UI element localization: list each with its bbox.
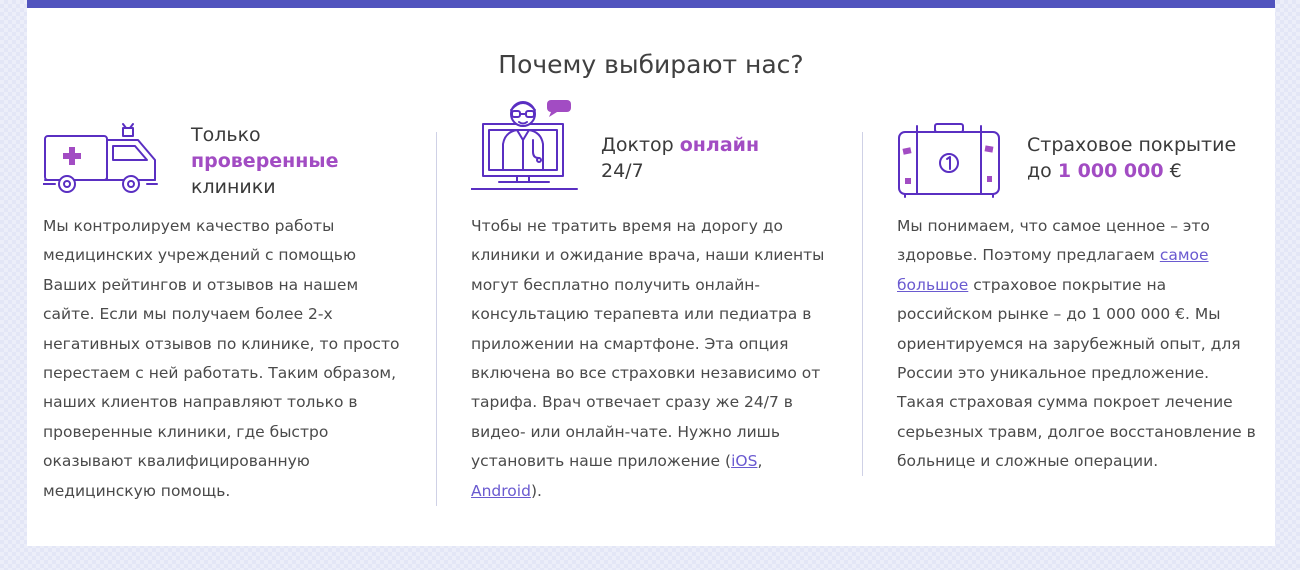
text-punct: ). [530, 481, 542, 500]
column-divider [436, 132, 437, 506]
feature-verified-clinics: Только проверенные клиники Мы контролиру… [42, 90, 413, 500]
feature-title-accent: 1 000 000 [1057, 160, 1164, 182]
text-line: негативных отзывов по клинике, то просто [43, 334, 400, 353]
feature-description: Чтобы не тратить время на дорогу до клин… [471, 212, 824, 506]
text-line: установить наше приложение ( [471, 452, 732, 471]
ios-app-link[interactable]: iOS [731, 452, 757, 470]
top-accent-bar [27, 0, 1275, 8]
text-line: России это уникальное предложение. [897, 364, 1210, 383]
text-line: включена во все страховки независимо от [471, 364, 821, 383]
text-line: больнице и сложные операции. [897, 452, 1159, 471]
text-line: российском рынке – до 1 000 000 €. Мы [897, 305, 1221, 324]
text-line: сайте. Если мы получаем более 2-х [43, 305, 333, 324]
text-line: могут бесплатно получить онлайн- [471, 275, 761, 294]
text-line: Такая страховая сумма покроет лечение [897, 393, 1233, 412]
feature-doctor-online: Доктор онлайн 24/7 Чтобы не тратить врем… [470, 90, 841, 500]
feature-title-accent: онлайн [679, 134, 760, 156]
text-punct: , [757, 452, 763, 471]
suitcase-icon [897, 122, 1001, 202]
feature-title-accent: проверенные [191, 150, 339, 172]
features-card: Почему выбирают нас? Только проверенные … [27, 0, 1275, 546]
doctor-monitor-icon [470, 94, 581, 198]
feature-title-line: Только [191, 124, 261, 146]
feature-title-plain: Доктор [601, 134, 680, 156]
text-line: приложении на смартфоне. Эта опция [471, 334, 789, 353]
text-line: перестаем с ней работать. Таким образом, [43, 364, 397, 383]
feature-title-line: Страховое покрытие [1027, 134, 1237, 156]
feature-title-line: клиники [191, 176, 276, 198]
text-line: ориентируемся на зарубежный опыт, для [897, 334, 1241, 353]
feature-insurance-coverage: Страховое покрытие до 1 000 000 € Мы пон… [897, 90, 1267, 470]
feature-description: Мы понимаем, что самое ценное – это здор… [897, 212, 1256, 477]
section-title: Почему выбирают нас? [498, 50, 804, 79]
text-line: серьезных травм, долгое восстановление в [897, 422, 1256, 441]
text-line: проверенные клиники, где быстро [43, 422, 329, 441]
text-line: консультацию терапевта или педиатра в [471, 305, 812, 324]
text-line: медицинскую помощь. [43, 481, 231, 500]
column-divider [862, 132, 863, 476]
text-line: оказывают квалифицированную [43, 452, 310, 471]
text-line: Мы понимаем, что самое ценное – это [897, 217, 1210, 235]
text-line: страховое покрытие на [968, 275, 1167, 294]
feature-title-line: 24/7 [601, 160, 644, 182]
feature-description: Мы контролируем качество работы медицинс… [43, 212, 399, 506]
text-line: Мы контролируем качество работы [43, 217, 335, 235]
feature-title-suffix: € [1163, 160, 1182, 182]
text-line: клиники и ожидание врача, наши клиенты [471, 246, 825, 265]
ambulance-icon [42, 118, 161, 202]
text-line: видео- или онлайн-чате. Нужно лишь [471, 422, 780, 441]
android-app-link[interactable]: Android [471, 482, 531, 500]
feature-title-prefix: до [1027, 160, 1058, 182]
text-line: Чтобы не тратить время на дорогу до [471, 217, 783, 235]
biggest-coverage-link[interactable]: самое [1160, 246, 1209, 264]
text-line: наших клиентов направляют только в [43, 393, 358, 412]
text-line: медицинских учреждений с помощью [43, 246, 356, 265]
biggest-coverage-link[interactable]: большое [897, 276, 968, 294]
text-line: здоровье. Поэтому предлагаем [897, 246, 1160, 265]
text-line: Ваших рейтингов и отзывов на нашем [43, 275, 359, 294]
text-line: тарифа. Врач отвечает сразу же 24/7 в [471, 393, 793, 412]
